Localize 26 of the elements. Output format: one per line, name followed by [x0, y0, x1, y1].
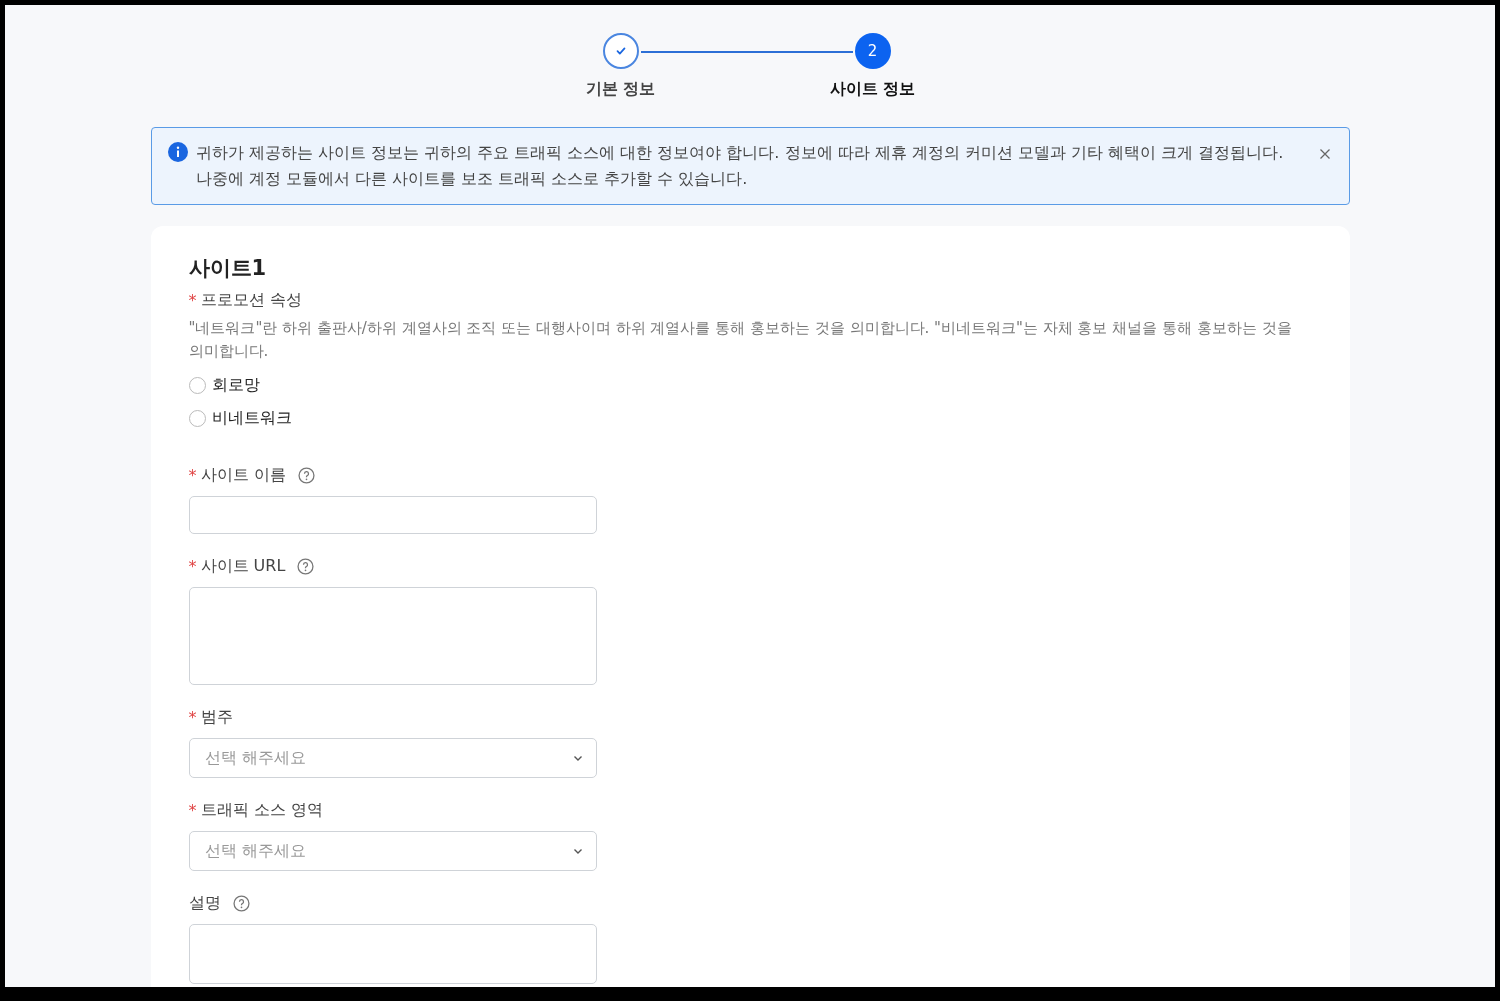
radio-button[interactable] — [188, 377, 206, 394]
field-description: "네트워크"란 하위 출판사/하위 계열사의 조직 또는 대행사이며 하위 계열사를 통해 홍보하는 것을 의미합니다. "비네트워크"는 자체 홍보 채널을 통해 홍보하는 것을 의미합니다. — [188, 318, 1293, 362]
text-input[interactable] — [188, 496, 597, 534]
radio-label[interactable]: 회로망 — [211, 375, 260, 396]
required-asterisk: * — [188, 708, 197, 727]
field-label: 사이트 이름 — [200, 465, 286, 486]
field-label: 프로모션 속성 — [200, 290, 302, 311]
field-label: 사이트 URL — [200, 556, 286, 577]
step-label: 기본 정보 — [585, 79, 656, 100]
field-label: 설명 — [188, 893, 221, 914]
field-label: 범주 — [200, 707, 233, 728]
required-asterisk: * — [188, 801, 197, 820]
radio-label[interactable]: 비네트워크 — [211, 408, 292, 429]
required-asterisk: * — [188, 291, 197, 310]
step-label: 사이트 정보 — [829, 79, 916, 100]
info-icon — [167, 142, 188, 162]
step-indicator: 2 — [854, 33, 891, 69]
radio-button[interactable] — [188, 410, 206, 427]
required-asterisk: * — [188, 466, 197, 485]
required-asterisk: * — [188, 557, 197, 576]
section-title: 사이트1 — [188, 255, 268, 282]
close-icon — [1318, 148, 1331, 160]
textarea-input[interactable] — [188, 924, 597, 984]
textarea-input[interactable] — [188, 587, 597, 685]
field-label: 트래픽 소스 영역 — [200, 800, 323, 821]
info-message: 귀하가 제공하는 사이트 정보는 귀하의 주요 트래픽 소스에 대한 정보여야 합니다. 정보에 따라 제휴 계정의 커미션 모델과 기타 혜택이 크게 결정됩니다. 나중에 계정 모듈에서 다른 사이트를 보조 트래픽 소스로 추가할 수 있습니다. — [195, 142, 1285, 190]
